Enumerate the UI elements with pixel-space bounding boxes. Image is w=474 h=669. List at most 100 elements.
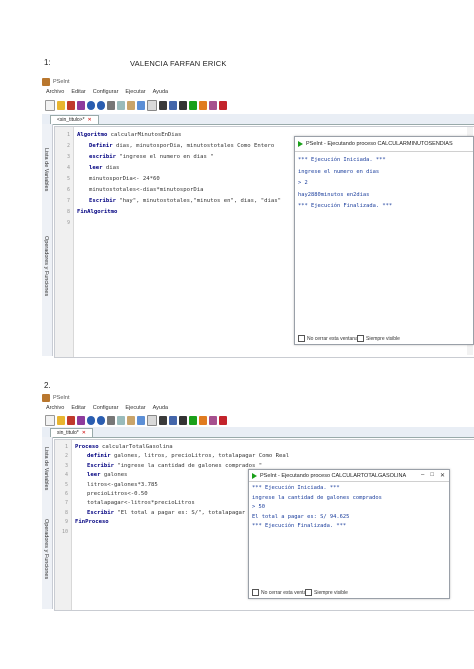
keep-open-checkbox[interactable]: No cerrar esta ventana	[298, 335, 358, 342]
close-tab-icon[interactable]: ✕	[82, 429, 86, 437]
side-tab-operators[interactable]: Operadores y Funciones	[43, 236, 49, 296]
menu-editar[interactable]: Editar	[71, 405, 85, 411]
save-icon[interactable]	[67, 416, 75, 425]
line-number: 4	[64, 472, 68, 479]
console-output-line: *** Ejecución Finalizada. ***	[298, 203, 393, 209]
copy-icon[interactable]	[117, 416, 125, 425]
code-text: dias, minutosporDia, minutostotales Como…	[112, 143, 275, 149]
maximize-icon[interactable]: □	[430, 472, 434, 479]
paste-icon[interactable]	[127, 416, 135, 425]
save-as-icon[interactable]	[77, 416, 85, 425]
open-folder-icon[interactable]	[57, 101, 65, 110]
close-tab-icon[interactable]: ✕	[88, 116, 92, 124]
step-icon[interactable]	[169, 416, 177, 425]
run-icon[interactable]	[189, 416, 197, 425]
code-text: precioLitros<-0.50	[87, 491, 148, 497]
code-text: minutosporDia<- 24*60	[89, 176, 160, 182]
line-number: 4	[66, 165, 70, 171]
console-output-line: > 2	[298, 180, 308, 186]
code-text: galones	[100, 472, 128, 479]
line-number: 6	[66, 187, 70, 193]
pseint-app-icon	[42, 394, 50, 402]
side-tab-variables[interactable]: Lista de Variables	[43, 148, 49, 191]
step-by-step-icon[interactable]	[199, 101, 207, 110]
checkbox-label: Siempre visible	[314, 589, 348, 596]
help-icon[interactable]	[209, 101, 217, 110]
menu-ejecutar[interactable]: Ejecutar	[125, 89, 145, 95]
side-tab-variables[interactable]: Lista de Variables	[43, 447, 49, 490]
tab-label: sin_titulo*	[57, 430, 79, 436]
tab-sin-titulo[interactable]: sin_titulo* ✕	[50, 428, 93, 437]
always-visible-checkbox[interactable]: Siempre visible	[305, 589, 348, 596]
new-file-icon[interactable]	[45, 100, 55, 111]
undo-icon[interactable]	[87, 101, 95, 110]
code-line: Algoritmo calcularMinutosEnDias	[77, 132, 181, 138]
menu-configurar[interactable]: Configurar	[93, 89, 119, 95]
step-by-step-icon[interactable]	[199, 416, 207, 425]
toolbar	[45, 100, 227, 111]
run-icon[interactable]	[189, 101, 197, 110]
menu-archivo[interactable]: Archivo	[46, 89, 64, 95]
line-number: 10	[61, 528, 68, 535]
save-as-icon[interactable]	[77, 101, 85, 110]
window-controls: – □ ✕	[421, 472, 449, 479]
code-line: litros<-galones*3.785	[87, 482, 158, 488]
code-text: calcularTotalGasolina	[98, 444, 173, 450]
console-output-line: hay2880minutos en2dias	[298, 191, 370, 198]
code-text: "ingrese la cantidad de galones comprado…	[113, 462, 263, 469]
code-keyword: FinProceso	[75, 519, 109, 526]
save-icon[interactable]	[67, 101, 75, 110]
tab-strip: <sin_titulo>* ✕	[42, 114, 474, 125]
indent-icon[interactable]	[147, 415, 157, 426]
debug-icon[interactable]	[179, 416, 187, 425]
paste-icon[interactable]	[127, 101, 135, 110]
step-icon[interactable]	[169, 101, 177, 110]
menu-ayuda[interactable]: Ayuda	[153, 89, 169, 95]
cut-icon[interactable]	[107, 416, 115, 425]
side-tab-operators[interactable]: Operadores y Funciones	[43, 519, 49, 579]
pseudocode-icon[interactable]	[219, 416, 227, 425]
menu-configurar[interactable]: Configurar	[93, 405, 119, 411]
flowchart-icon[interactable]	[159, 416, 167, 425]
close-icon[interactable]: ✕	[440, 472, 445, 479]
undo-icon[interactable]	[87, 416, 95, 425]
tab-sin-titulo[interactable]: <sin_titulo>* ✕	[50, 115, 99, 124]
menu-editar[interactable]: Editar	[71, 89, 85, 95]
menu-ejecutar[interactable]: Ejecutar	[125, 405, 145, 411]
item-number-2: 2.	[44, 381, 51, 390]
code-text: "El total a pagar es: S/", totalapagar	[113, 509, 246, 516]
new-file-icon[interactable]	[45, 415, 55, 426]
line-number-gutter	[55, 127, 74, 357]
execution-titlebar: PSeInt - Ejecutando proceso CALCULARMINU…	[295, 137, 473, 152]
code-keyword: FinAlgoritmo	[77, 209, 118, 215]
always-visible-checkbox[interactable]: Siempre visible	[357, 335, 400, 342]
code-line: Definir dias, minutosporDia, minutostota…	[89, 143, 274, 149]
app-title: PSeInt	[53, 79, 70, 85]
redo-icon[interactable]	[97, 101, 105, 110]
menu-ayuda[interactable]: Ayuda	[153, 405, 169, 411]
indent-icon[interactable]	[147, 100, 157, 111]
redo-icon[interactable]	[97, 416, 105, 425]
flowchart-icon[interactable]	[159, 101, 167, 110]
checkbox-label: No cerrar esta ventana	[307, 335, 358, 342]
screenshot-1: PSeInt Archivo Editar Configurar Ejecuta…	[40, 76, 474, 358]
menu-archivo[interactable]: Archivo	[46, 405, 64, 411]
debug-icon[interactable]	[179, 101, 187, 110]
find-icon[interactable]	[137, 101, 145, 110]
console-output-line: *** Ejecución Iniciada. ***	[298, 157, 386, 163]
line-number: 3	[66, 154, 70, 160]
code-text: galones, litros, precioLitros, totalapag…	[110, 453, 290, 460]
find-icon[interactable]	[137, 416, 145, 425]
pseudocode-icon[interactable]	[219, 101, 227, 110]
cut-icon[interactable]	[107, 101, 115, 110]
checkbox-box	[252, 589, 259, 596]
line-number: 9	[64, 519, 68, 526]
help-icon[interactable]	[209, 416, 217, 425]
open-folder-icon[interactable]	[57, 416, 65, 425]
code-keyword: leer	[89, 165, 103, 171]
tab-label: <sin_titulo>*	[57, 117, 85, 123]
keep-open-checkbox[interactable]: No cerrar esta ventana	[252, 589, 312, 596]
execution-titlebar: PSeInt - Ejecutando proceso CALCULARTOTA…	[249, 470, 449, 482]
copy-icon[interactable]	[117, 101, 125, 110]
minimize-icon[interactable]: –	[421, 472, 424, 479]
